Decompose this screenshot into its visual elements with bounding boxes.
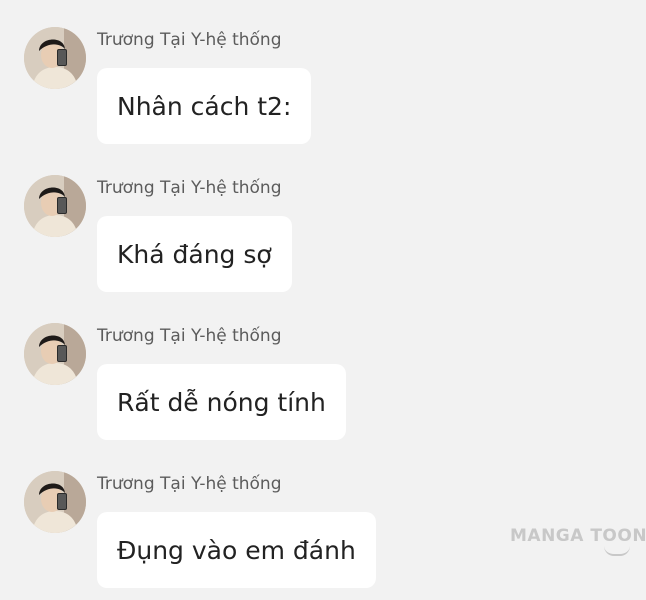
avatar[interactable] (24, 323, 86, 385)
chat-message: Trương Tại Y-hệ thống Khá đáng sợ (0, 148, 646, 296)
message-bubble[interactable]: Rất dễ nóng tính (97, 364, 346, 440)
sender-name: Trương Tại Y-hệ thống (97, 474, 282, 494)
sender-name: Trương Tại Y-hệ thống (97, 326, 282, 346)
avatar[interactable] (24, 27, 86, 89)
message-bubble[interactable]: Đụng vào em đánh (97, 512, 376, 588)
chat-message: Trương Tại Y-hệ thống Đụng vào em đánh (0, 444, 646, 592)
avatar[interactable] (24, 175, 86, 237)
message-bubble[interactable]: Nhân cách t2: (97, 68, 312, 144)
watermark-logo: MANGA TOON (510, 526, 646, 546)
message-bubble[interactable]: Khá đáng sợ (97, 216, 292, 292)
chat-message: Trương Tại Y-hệ thống Nhân cách t2: (0, 0, 646, 148)
chat-message: Trương Tại Y-hệ thống Rất dễ nóng tính (0, 296, 646, 444)
sender-name: Trương Tại Y-hệ thống (97, 30, 282, 50)
sender-name: Trương Tại Y-hệ thống (97, 178, 282, 198)
avatar[interactable] (24, 471, 86, 533)
